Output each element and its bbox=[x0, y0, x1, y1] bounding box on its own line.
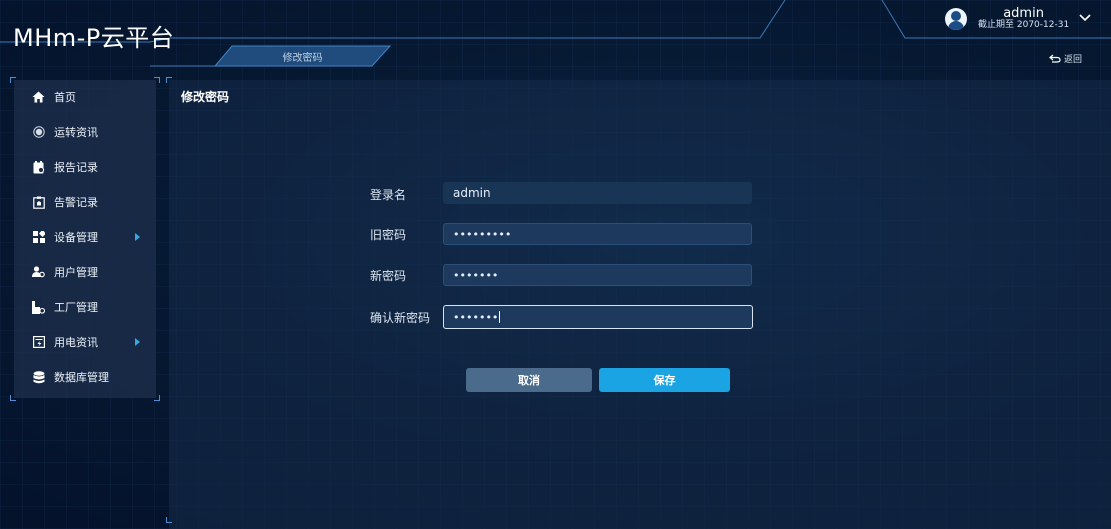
text-cursor bbox=[499, 311, 501, 323]
sidebar-item-factory-management[interactable]: 工厂管理 bbox=[14, 290, 156, 324]
old-password-label: 旧密码 bbox=[370, 228, 407, 242]
user-info: admin 截止期至 2070-12-31 bbox=[978, 5, 1070, 30]
user-name: admin bbox=[1003, 5, 1044, 21]
sidebar-item-label: 用电资讯 bbox=[54, 336, 98, 349]
content-panel: 修改密码 登录名 admin 旧密码 ••••••••• 新密码 •••••••… bbox=[166, 77, 1111, 529]
sidebar-item-label: 首页 bbox=[54, 91, 76, 104]
sidebar-item-label: 报告记录 bbox=[54, 161, 98, 174]
sidebar-item-database-management[interactable]: 数据库管理 bbox=[14, 360, 156, 394]
alarm-icon bbox=[32, 196, 45, 209]
login-name-field: admin bbox=[443, 182, 752, 204]
confirm-password-label: 确认新密码 bbox=[370, 311, 431, 325]
old-password-input[interactable]: ••••••••• bbox=[443, 223, 752, 245]
avatar bbox=[945, 8, 967, 30]
sidebar-item-label: 用户管理 bbox=[54, 266, 98, 279]
save-button[interactable]: 保存 bbox=[599, 368, 730, 392]
record-icon bbox=[32, 126, 45, 139]
app-logo: MHm-P云平台 bbox=[13, 24, 175, 52]
user-expire-date: 截止期至 2070-12-31 bbox=[978, 19, 1070, 30]
sidebar-item-label: 数据库管理 bbox=[54, 371, 109, 384]
cancel-button[interactable]: 取消 bbox=[466, 368, 592, 392]
sidebar-item-label: 设备管理 bbox=[54, 231, 98, 244]
tab-change-password[interactable]: 修改密码 bbox=[215, 46, 390, 66]
report-icon bbox=[32, 160, 45, 174]
chevron-down-icon[interactable] bbox=[1079, 14, 1091, 22]
sidebar-item-alarms[interactable]: 告警记录 bbox=[14, 185, 156, 219]
electricity-icon bbox=[32, 336, 45, 349]
sidebar-item-label: 运转资讯 bbox=[54, 126, 98, 139]
device-icon bbox=[32, 231, 45, 244]
sidebar-item-operation-info[interactable]: 运转资讯 bbox=[14, 115, 156, 149]
sidebar-item-electricity-info[interactable]: 用电资讯 bbox=[14, 325, 156, 359]
sidebar-item-reports[interactable]: 报告记录 bbox=[14, 150, 156, 184]
sidebar: 首页 运转资讯 报告记录 告警记录 设备管理 用户管理 工厂管理 用电资讯 数据… bbox=[10, 77, 160, 401]
sidebar-item-device-management[interactable]: 设备管理 bbox=[14, 220, 156, 254]
database-icon bbox=[32, 370, 45, 384]
factory-icon bbox=[32, 300, 45, 314]
back-label: 返回 bbox=[1064, 55, 1083, 65]
page-title: 修改密码 bbox=[181, 90, 230, 104]
user-menu[interactable]: admin 截止期至 2070-12-31 bbox=[945, 4, 1091, 34]
confirm-password-value: ••••••• bbox=[453, 310, 499, 324]
login-name-label: 登录名 bbox=[370, 188, 407, 202]
sidebar-item-label: 工厂管理 bbox=[54, 301, 98, 314]
new-password-input[interactable]: ••••••• bbox=[443, 264, 752, 286]
new-password-label: 新密码 bbox=[370, 269, 407, 283]
home-icon bbox=[32, 91, 45, 104]
sidebar-item-user-management[interactable]: 用户管理 bbox=[14, 255, 156, 289]
return-icon bbox=[1049, 54, 1061, 63]
users-icon bbox=[32, 266, 45, 279]
sidebar-item-home[interactable]: 首页 bbox=[14, 80, 156, 114]
confirm-password-input[interactable]: ••••••• bbox=[443, 305, 753, 329]
submenu-arrow-icon bbox=[135, 233, 140, 241]
sidebar-item-label: 告警记录 bbox=[54, 196, 98, 209]
top-header: MHm-P云平台 修改密码 admin 截止期至 2070-12-31 返回 bbox=[0, 0, 1111, 78]
submenu-arrow-icon bbox=[135, 338, 140, 346]
back-button[interactable]: 返回 bbox=[1049, 52, 1082, 65]
